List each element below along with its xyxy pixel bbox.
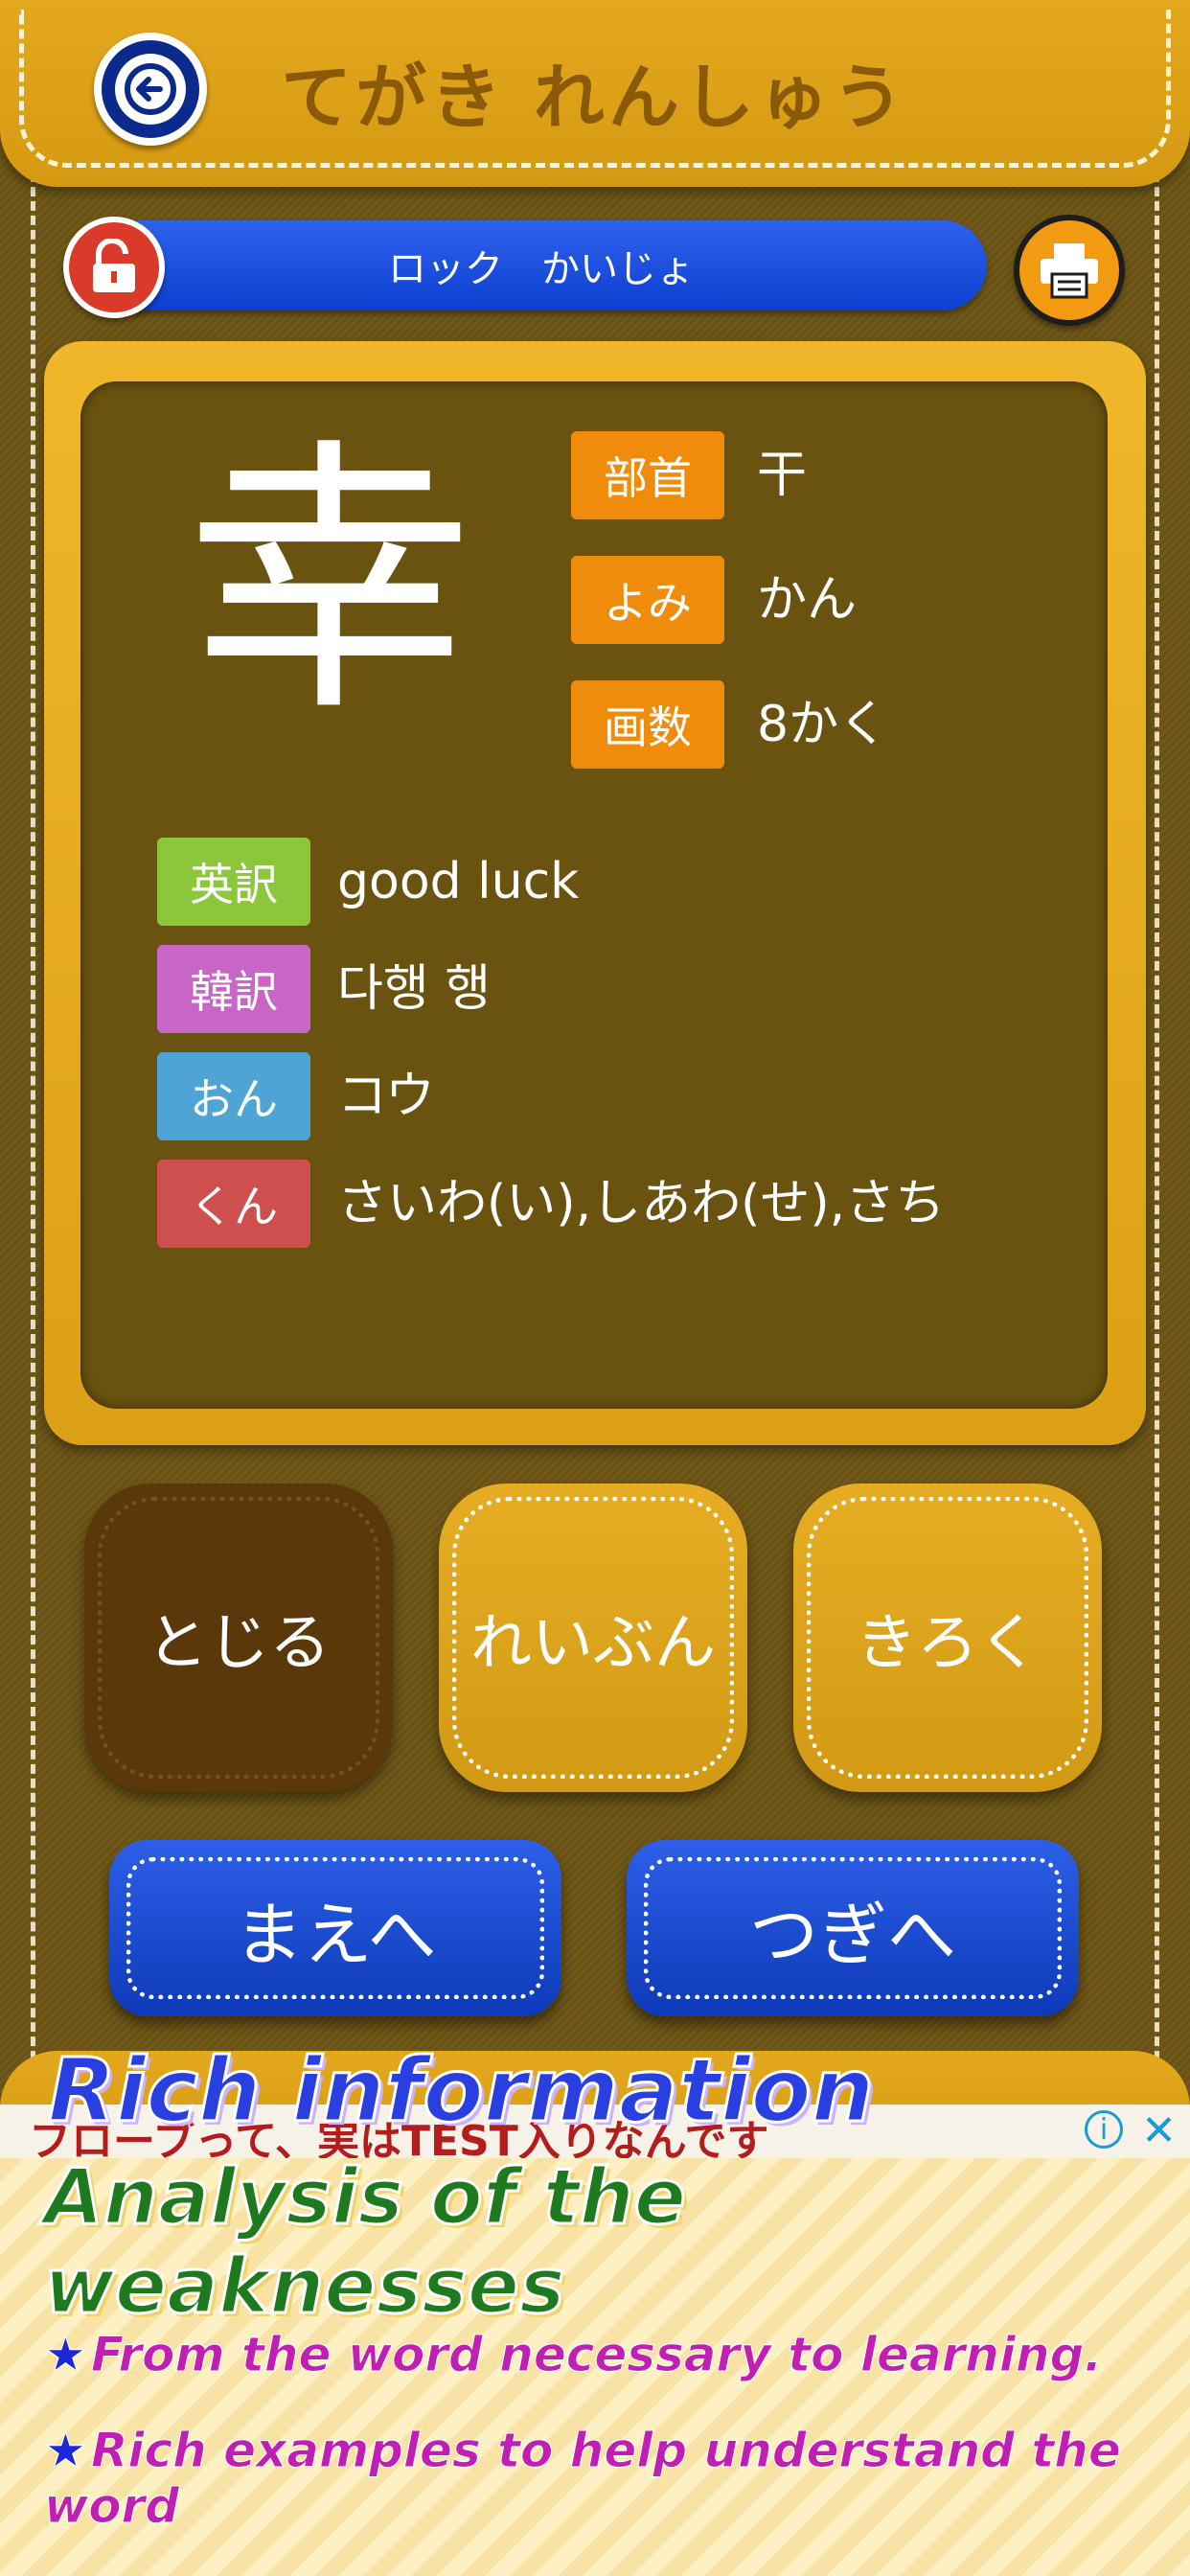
stroke-count-value: 8かく — [757, 696, 889, 753]
unlock-label: ロック かいじょ — [388, 247, 695, 291]
kunyomi-value: さいわ(い),しあわ(せ),さち — [337, 1175, 946, 1232]
prev-button-stitch — [126, 1857, 544, 1999]
onyomi-tag: おん — [157, 1052, 310, 1140]
next-button-stitch — [644, 1857, 1062, 1999]
korean-value: 다행 행 — [337, 960, 492, 1018]
back-arrow-icon — [115, 54, 186, 125]
kunyomi-tag: くん — [157, 1160, 310, 1248]
korean-tag: 韓訳 — [157, 945, 310, 1033]
bushu-tag: 部首 — [571, 431, 724, 519]
kanji-info-card: 幸 部首 干 よみ かん 画数 8かく 英訳 good luck 韓訳 다행 행… — [44, 341, 1146, 1445]
unlock-icon[interactable] — [63, 217, 165, 318]
onyomi-value: コウ — [337, 1068, 435, 1125]
promo-line-1: ★From the word necessary to learning. — [44, 2327, 1103, 2383]
next-button[interactable]: つぎへ — [627, 1840, 1079, 2016]
promo-line-1-text: From the word necessary to learning. — [90, 2327, 1103, 2383]
unlock-button[interactable]: ロック かいじょ — [96, 220, 987, 310]
record-button[interactable]: きろく — [793, 1484, 1102, 1792]
kanji-info-panel: 幸 部首 干 よみ かん 画数 8かく 英訳 good luck 韓訳 다행 행… — [80, 381, 1108, 1409]
yomi-value: かん — [757, 571, 858, 629]
prev-button[interactable]: まえへ — [109, 1840, 561, 2016]
english-tag: 英訳 — [157, 838, 310, 926]
close-icon[interactable]: ✕ — [1141, 2106, 1177, 2155]
info-icon[interactable]: i — [1085, 2110, 1123, 2149]
close-button-stitch — [98, 1497, 379, 1779]
printer-icon[interactable] — [1014, 215, 1125, 326]
record-button-stitch — [807, 1497, 1088, 1779]
promo-title-1: Rich information — [46, 2038, 875, 2144]
header-bar: てがき れんしゅう — [0, 0, 1190, 187]
star-icon: ★ — [44, 2327, 88, 2383]
example-sentence-button[interactable]: れいぶん — [439, 1484, 747, 1792]
english-value: good luck — [337, 853, 580, 910]
left-stitch — [31, 172, 35, 2089]
example-button-stitch — [452, 1497, 734, 1779]
close-button[interactable]: とじる — [84, 1484, 393, 1792]
bushu-value: 干 — [757, 447, 808, 504]
page-title: てがき れんしゅう — [281, 57, 907, 139]
promo-title-2: Analysis of the weaknesses — [43, 2151, 688, 2333]
yomi-tag: よみ — [571, 556, 724, 644]
promo-line-2: ★Rich examples to help understand the wo… — [44, 2423, 1190, 2535]
kanji-character: 幸 — [186, 415, 473, 749]
promo-line-2-text: Rich examples to help understand the wor… — [44, 2423, 1122, 2535]
right-stitch — [1155, 172, 1159, 2089]
back-button[interactable] — [94, 33, 207, 146]
stroke-count-tag: 画数 — [571, 680, 724, 769]
star-icon: ★ — [44, 2423, 88, 2479]
